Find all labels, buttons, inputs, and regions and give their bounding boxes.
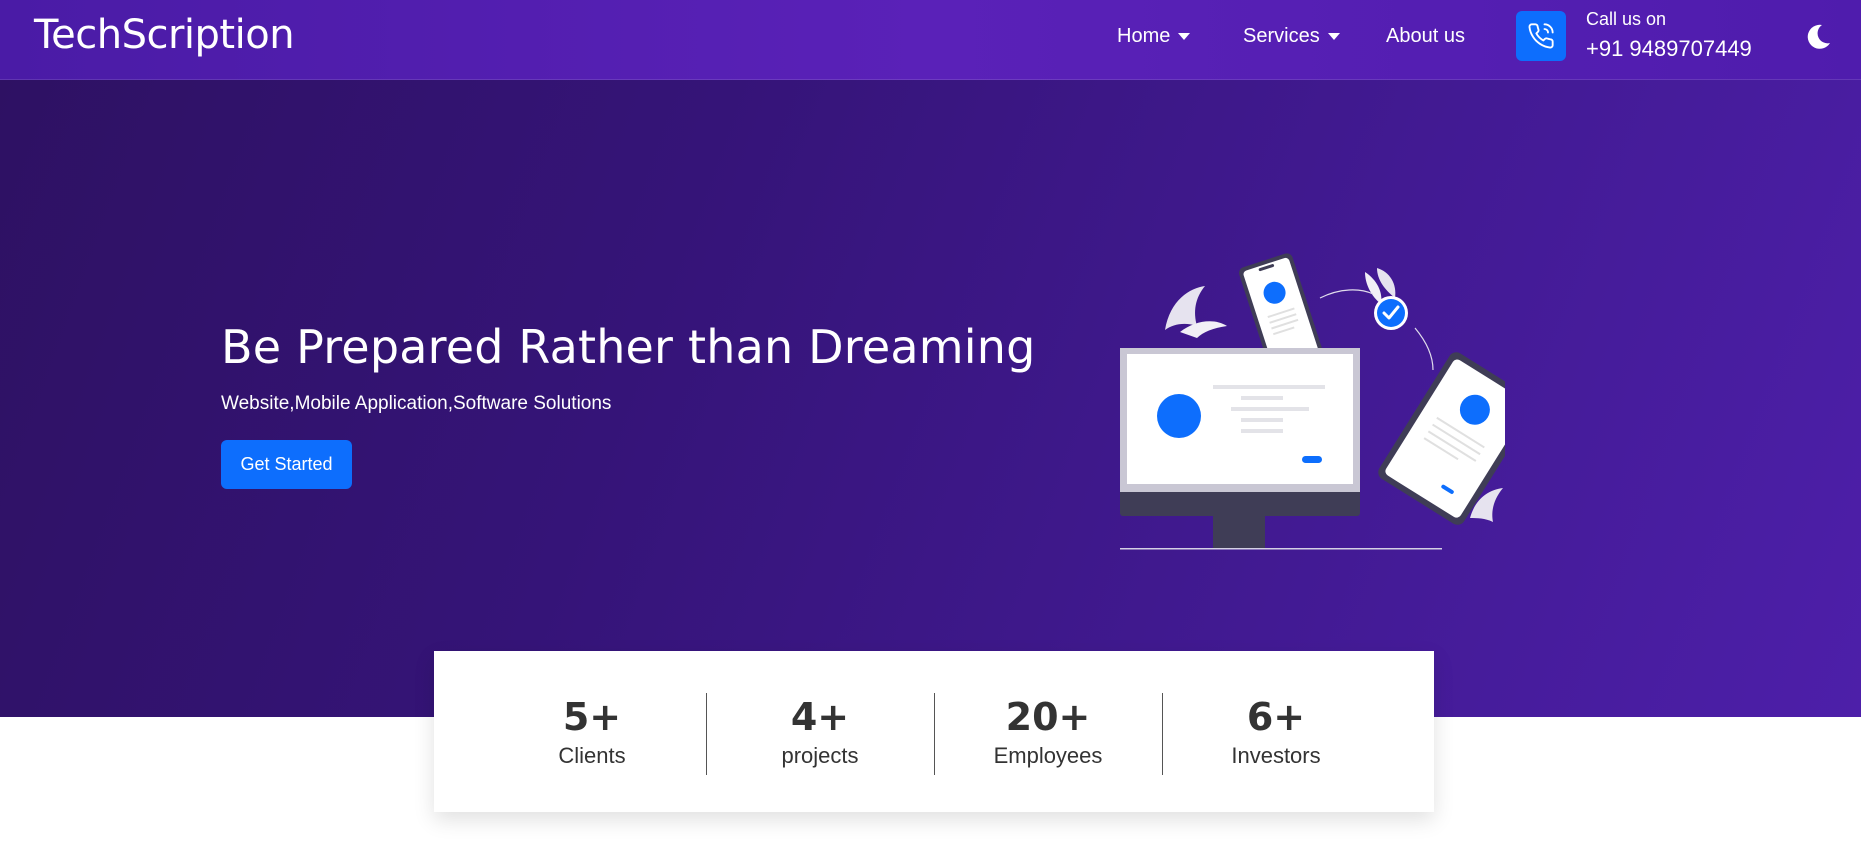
hero-subtitle: Website,Mobile Application,Software Solu… — [221, 393, 612, 414]
devices-illustration — [1120, 253, 1505, 550]
phone-icon — [1528, 23, 1554, 49]
stat-label: Clients — [558, 742, 626, 768]
call-button[interactable] — [1516, 11, 1566, 61]
call-label: Call us on — [1586, 9, 1667, 29]
stat-value: 4+ — [790, 694, 850, 739]
hero-section: Be Prepared Rather than Dreaming Website… — [0, 80, 1861, 717]
nav-home[interactable]: Home — [1117, 25, 1191, 48]
stats-card: 5+ Clients 4+ projects 20+ Employees 6+ … — [434, 651, 1434, 812]
call-number[interactable]: +91 9489707449 — [1586, 36, 1752, 62]
nav-home-label: Home — [1117, 25, 1171, 47]
stat-value: 6+ — [1246, 694, 1306, 739]
hero-title: Be Prepared Rather than Dreaming — [221, 320, 1036, 374]
stat-value: 5+ — [562, 694, 622, 739]
brand-logo[interactable]: TechScription — [34, 12, 295, 58]
moon-icon[interactable] — [1803, 22, 1833, 52]
navbar: TechScription Home Services About us Cal… — [0, 0, 1861, 80]
chevron-down-icon — [1327, 33, 1340, 40]
stat-employees: 20+ Employees — [934, 692, 1162, 775]
chevron-down-icon — [1178, 33, 1191, 40]
nav-services[interactable]: Services — [1243, 25, 1340, 48]
nav-services-label: Services — [1243, 25, 1320, 47]
stat-label: projects — [781, 742, 859, 768]
stat-projects: 4+ projects — [706, 692, 934, 775]
stat-label: Investors — [1231, 742, 1321, 768]
stat-value: 20+ — [1005, 694, 1091, 739]
get-started-button[interactable]: Get Started — [221, 440, 352, 489]
stat-clients: 5+ Clients — [478, 695, 706, 769]
nav-about-us[interactable]: About us — [1386, 25, 1465, 48]
stat-label: Employees — [993, 742, 1103, 768]
nav-about-label: About us — [1386, 25, 1465, 47]
stat-investors: 6+ Investors — [1162, 692, 1390, 775]
